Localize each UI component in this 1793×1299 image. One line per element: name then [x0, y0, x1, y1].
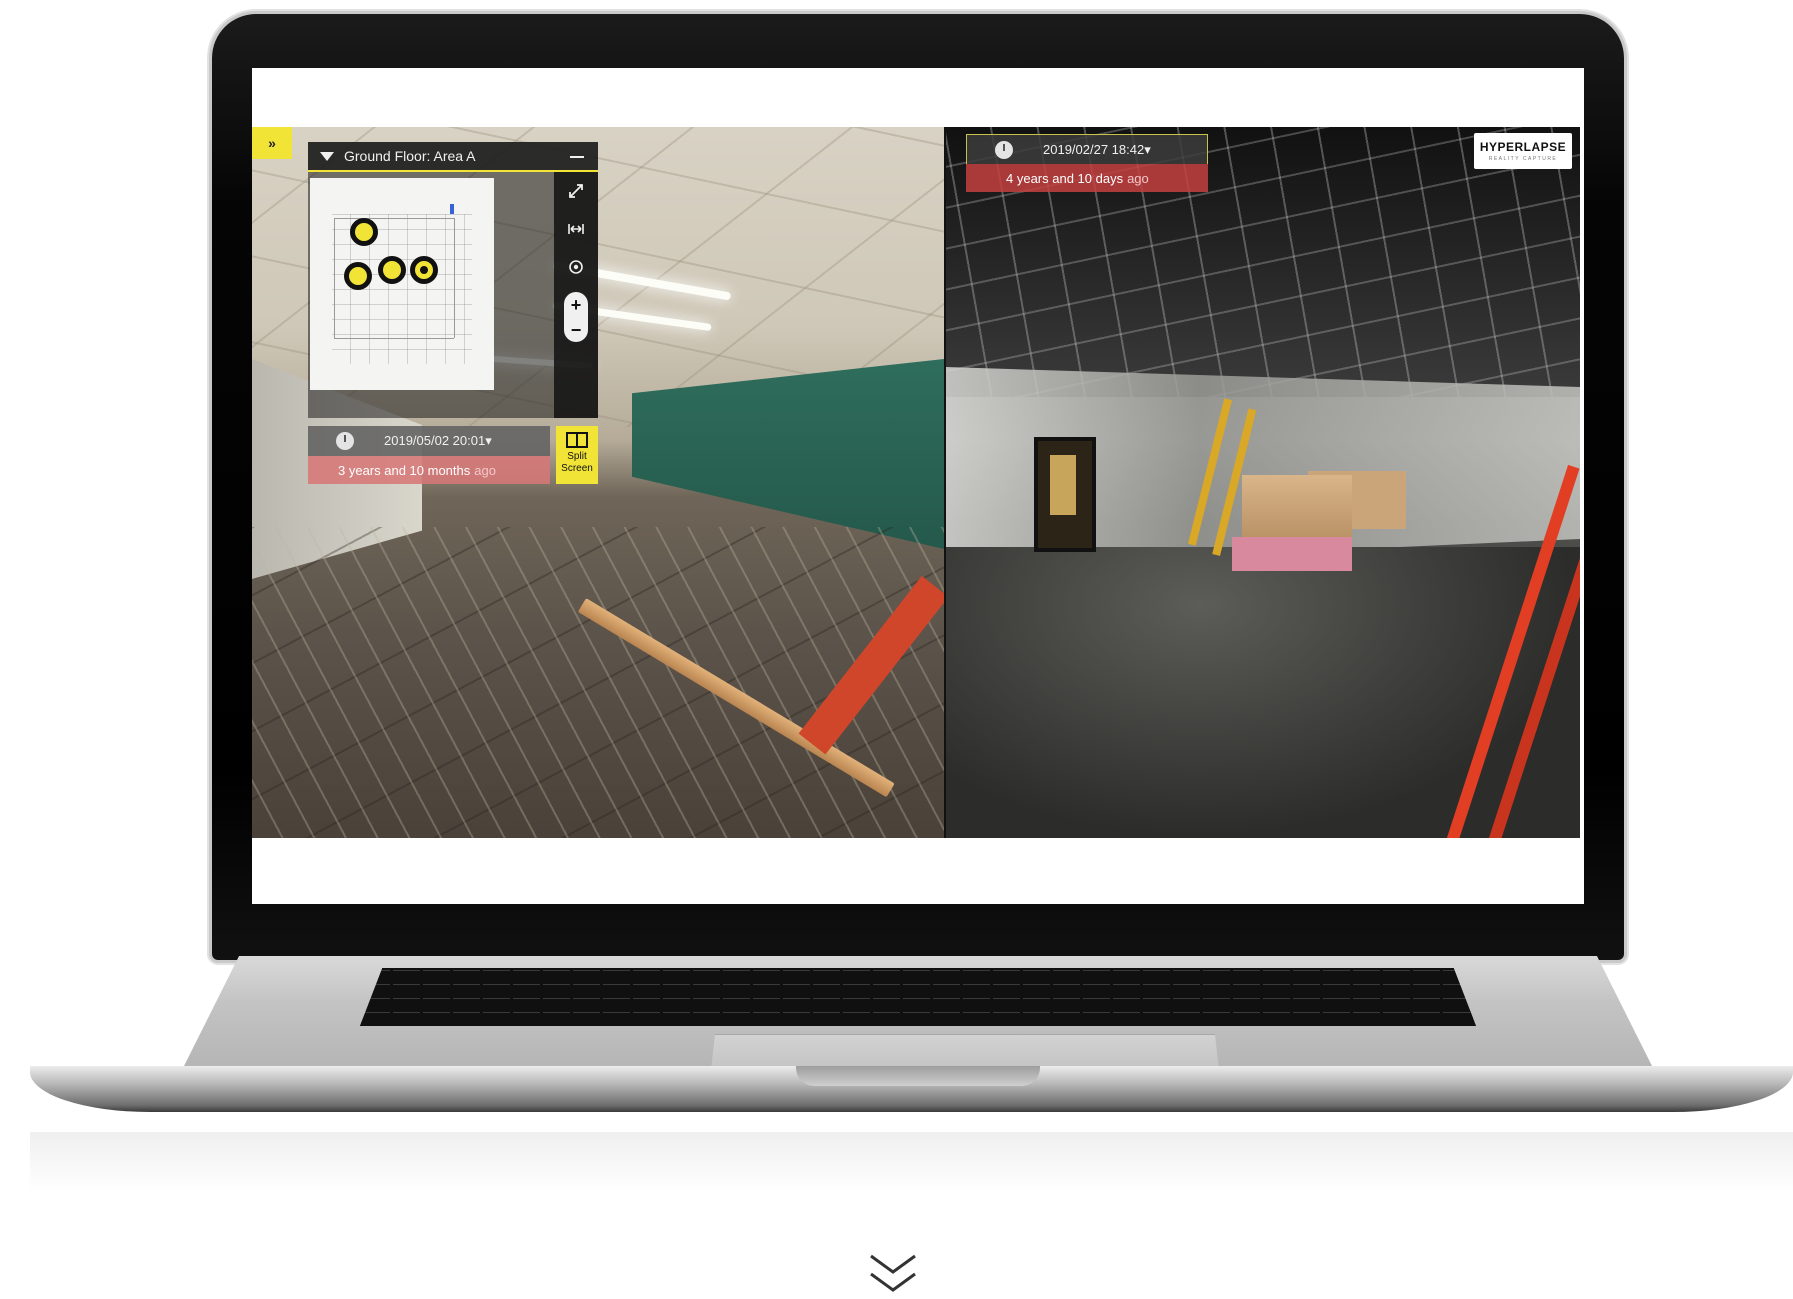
zoom-in-button[interactable]: +	[571, 296, 582, 314]
concrete-floor	[946, 547, 1580, 838]
split-screen-icon	[566, 432, 588, 448]
left-age-ago: ago	[474, 462, 496, 478]
compass-icon	[450, 204, 454, 214]
right-age-text: 4 years and 10 days	[1006, 170, 1124, 186]
door-window	[1050, 455, 1076, 515]
door	[1034, 437, 1096, 552]
pallet	[1232, 537, 1352, 571]
split-label-line1: Split	[567, 451, 587, 462]
split-label-line2: Screen	[561, 463, 593, 474]
capture-marker[interactable]	[378, 256, 406, 284]
zoom-control: + −	[564, 292, 588, 342]
boxes	[1242, 475, 1352, 545]
zoom-out-button[interactable]: −	[571, 321, 582, 339]
capture-marker[interactable]	[344, 262, 372, 290]
left-capture-info: 2019/05/02 20:01▾ 3 years and 10 months …	[308, 426, 550, 486]
locate-icon	[569, 260, 583, 274]
right-age-ago: ago	[1127, 170, 1149, 186]
fullscreen-button[interactable]	[554, 172, 598, 210]
right-capture-timestamp: 2019/02/27 18:42▾	[1043, 141, 1151, 157]
laptop-notch	[796, 1066, 1040, 1086]
laptop-reflection	[30, 1132, 1793, 1192]
left-date-selector[interactable]: 2019/05/02 20:01▾	[308, 426, 550, 456]
laptop-screen: » Ground Floor: Area A + − 2019/05/02 20…	[252, 68, 1584, 904]
measure-button[interactable]	[554, 210, 598, 248]
clock-icon	[995, 140, 1013, 159]
split-screen-button[interactable]: Split Screen	[556, 426, 598, 484]
fullscreen-icon	[569, 184, 583, 198]
keyboard	[360, 968, 1476, 1026]
capture-marker[interactable]	[350, 218, 378, 246]
hyperlapse-logo: HYPERLAPSE REALITY CAPTURE	[1474, 133, 1572, 169]
expand-sidebar-button[interactable]: »	[252, 127, 292, 159]
right-date-selector[interactable]: 2019/02/27 18:42▾	[966, 134, 1208, 164]
left-capture-timestamp: 2019/05/02 20:01▾	[384, 433, 492, 448]
logo-tagline: REALITY CAPTURE	[1488, 156, 1558, 162]
floorplan-header[interactable]: Ground Floor: Area A	[308, 142, 598, 172]
right-capture-age: 4 years and 10 days ago	[966, 164, 1208, 192]
current-capture-marker[interactable]	[410, 256, 438, 284]
left-capture-age: 3 years and 10 months ago	[308, 456, 550, 484]
right-capture-info: 2019/02/27 18:42▾ 4 years and 10 days ag…	[966, 134, 1208, 196]
laptop-base	[30, 956, 1793, 1132]
caret-down-icon[interactable]	[320, 151, 334, 161]
clock-icon	[336, 432, 354, 450]
floorplan-title: Ground Floor: Area A	[344, 148, 476, 164]
floorplan-toolbar: + −	[554, 172, 598, 418]
right-panorama-view[interactable]	[946, 127, 1580, 838]
floorplan-map[interactable]	[310, 178, 494, 390]
locate-button[interactable]	[554, 248, 598, 286]
floorplan-panel: Ground Floor: Area A + −	[308, 142, 598, 418]
measure-icon	[568, 224, 584, 234]
page: » Ground Floor: Area A + − 2019/05/02 20…	[0, 0, 1793, 1299]
left-age-text: 3 years and 10 months	[338, 462, 471, 478]
minimize-icon[interactable]	[570, 156, 584, 158]
double-chevron-down-icon[interactable]	[866, 1252, 920, 1296]
logo-name: HYPERLAPSE	[1479, 140, 1567, 154]
double-chevron-right-icon: »	[268, 135, 276, 151]
